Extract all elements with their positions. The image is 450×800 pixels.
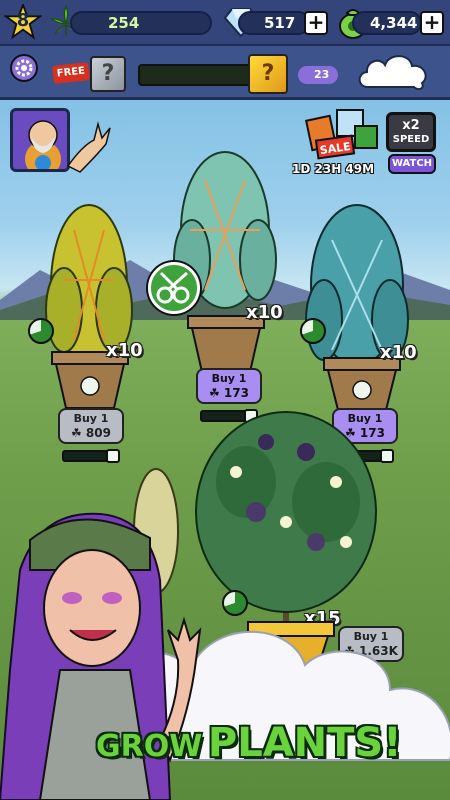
game-screen: 8 254 517 + 4,344 + FREE ? ? 23 SALE 1D … [0,0,450,800]
level-number: 8 [16,10,30,31]
plant-1-buy-button[interactable]: Buy 1 ☘ 809 [58,408,124,444]
sale-offer-icon[interactable]: SALE [303,108,381,160]
buy-label: Buy 1 [73,412,109,425]
pot-2 [187,315,265,373]
weed-counter: 254 [70,11,212,35]
speed-label: SPEED [392,134,430,145]
speed-multiplier: x2 [402,118,420,133]
cloud-icon[interactable] [354,47,434,95]
buy-price: ☘ 809 [71,426,111,440]
free-mystery-box[interactable]: ? [90,56,126,92]
plant-1-growth-timer [28,318,54,344]
plant-1-progress-icon [106,449,120,463]
buy-label: Buy 1 [211,372,247,385]
offer-timer: 1D 23H 49M [292,162,375,176]
add-gems-button[interactable]: + [304,11,328,35]
plant-1-multiplier: x10 [106,340,143,361]
plant-2-multiplier: x10 [246,302,283,323]
harvest-shears-button[interactable] [148,262,200,314]
box-gem-cost: 23 [298,66,338,84]
add-cash-button[interactable]: + [420,11,444,35]
free-tag: FREE [52,62,90,84]
gem-counter: 517 [238,11,310,35]
old-man-avatar [13,111,67,169]
cash-counter: 4,344 [352,11,422,35]
plant-3-growth-timer [300,318,326,344]
headline-grow: GROW [96,729,203,764]
shears-icon [156,271,190,304]
headline-plants: PLANTS! [207,720,402,766]
plant-1-progress-bar [62,450,110,462]
gold-mystery-box[interactable]: ? [248,54,288,94]
plant-3-multiplier: x10 [380,342,417,363]
character-portrait[interactable] [10,108,70,172]
settings-gear-icon[interactable] [10,54,38,82]
headline: GROW PLANTS! [96,720,446,766]
box-progress-bar [138,64,262,86]
old-man-arm [66,121,111,173]
speed-boost-button[interactable]: x2 SPEED [386,112,436,152]
watch-ad-button[interactable]: WATCH [388,154,436,174]
